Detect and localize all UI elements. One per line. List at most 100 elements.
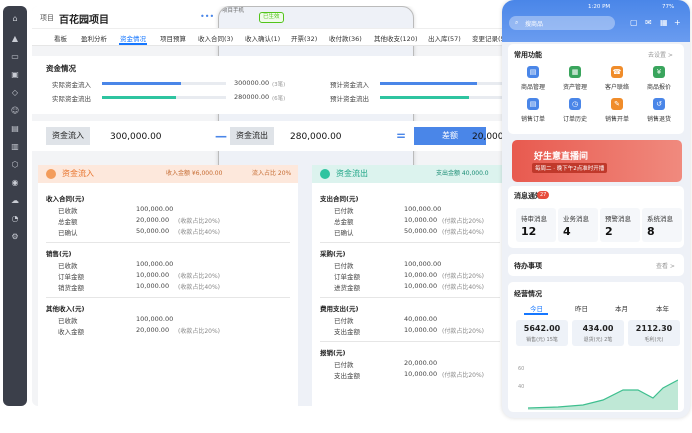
live-banner[interactable]: 好生意直播间 每周二 · 晚下午2点准时开播 (512, 140, 682, 182)
wallet-icon[interactable]: ▣ (10, 70, 20, 80)
function-tile-icon: ✎ (611, 98, 623, 110)
y-tick-40: 40 (518, 384, 525, 390)
function-tile[interactable]: ✎ 销售开单 (598, 98, 636, 123)
alert-icon[interactable]: ▲ (10, 34, 20, 44)
period-tab-year[interactable]: 本年 (656, 303, 669, 313)
message-tile-label: 系统消息 (647, 215, 673, 223)
home-icon[interactable]: ⌂ (10, 14, 20, 24)
folder-icon[interactable]: ▭ (10, 52, 20, 62)
row-note: (付款占比20%) (442, 372, 485, 379)
function-tile[interactable]: ▤ 商品管理 (514, 66, 552, 91)
inflow-total-value: 300,000.00 (110, 132, 162, 142)
row-value: 40,000.00 (404, 315, 438, 323)
document-icon[interactable]: ▤ (10, 124, 20, 134)
scan-icon[interactable]: ▢ (630, 18, 638, 27)
message-tile[interactable]: 系统消息 8 (642, 208, 682, 242)
todo-card[interactable]: 待办事项 查看 > (508, 254, 684, 276)
inflow-coin-icon (46, 165, 59, 183)
tab-bar: 看板 盈利分析 资金情况 项目预算 收入合同(3) 收入确认(1) 开票(32)… (32, 28, 508, 46)
inflow-total-label: 资金流入 (46, 127, 90, 145)
tab-other[interactable]: 其他收支(120) (374, 33, 417, 43)
stat-margin-value: 2112.30 (635, 324, 673, 333)
inflow-detail-panel: 资金流入 收入金额 ¥6,000.00 流入占比 20% 收入合同(元) 已收款 1… (38, 165, 298, 406)
mobile-search-input[interactable]: ⌕ 搜商品 (509, 16, 615, 30)
message-tile-label: 待审消息 (521, 215, 547, 223)
banner-subtitle: 每周二 · 晚下午2点准时开播 (532, 163, 608, 173)
stat-margin: 2112.30 毛利(元) (628, 320, 680, 346)
function-tile-icon: ☎ (611, 66, 623, 78)
row-label: 已付款 (334, 207, 354, 215)
stat-sales-value: 5642.00 (523, 324, 561, 333)
section-divider (320, 242, 500, 243)
function-tile[interactable]: ▦ 资产管理 (556, 66, 594, 91)
inflow-detail-header: 资金流入 收入金额 ¥6,000.00 流入占比 20% (38, 165, 298, 183)
tab-dashboard[interactable]: 看板 (54, 33, 67, 43)
app-window: ⌂ ▲ ▭ ▣ ◇ ☺ ▤ ▥ ⬡ ◉ ☁ ◔ ⚙ 项目 百花园项目 ••• 项… (0, 0, 692, 433)
row-value: 100,000.00 (404, 205, 442, 213)
chart-icon[interactable]: ◔ (10, 214, 20, 224)
cloud-icon[interactable]: ☁ (10, 196, 20, 206)
business-trend-chart (528, 379, 678, 410)
active-tab-indicator (119, 43, 147, 45)
chat-icon[interactable]: ✉ (645, 18, 652, 27)
report-icon[interactable]: ▥ (10, 142, 20, 152)
outflow-value: 280000.00 (234, 93, 270, 101)
row-note: (收款占比20%) (178, 328, 221, 335)
todo-title: 待办事项 (514, 262, 542, 270)
period-tab-month[interactable]: 本月 (615, 303, 628, 313)
row-value: 100,000.00 (136, 205, 174, 213)
grid-icon[interactable]: ▦ (660, 18, 668, 27)
tab-income-confirm[interactable]: 收入确认(1) (245, 33, 280, 43)
section-title: 收入合同(元) (46, 195, 85, 203)
message-tile[interactable]: 业务消息 4 (558, 208, 598, 242)
message-tile[interactable]: 待审消息 12 (516, 208, 556, 242)
tab-budget[interactable]: 项目预算 (160, 33, 186, 43)
row-label: 销货金额 (58, 284, 84, 292)
stat-returns-caption: 退货(元) 2笔 (583, 337, 613, 343)
tab-payments[interactable]: 收付款(36) (329, 33, 362, 43)
message-tile-count: 12 (521, 225, 537, 238)
stat-sales: 5642.00 销售(元) 15笔 (516, 320, 568, 346)
settings-icon[interactable]: ⚙ (10, 232, 20, 242)
tab-invoice[interactable]: 开票(32) (291, 33, 317, 43)
period-tab-today[interactable]: 今日 (530, 303, 543, 313)
tab-stock[interactable]: 出入库(57) (428, 33, 461, 43)
tag-icon[interactable]: ◇ (10, 88, 20, 98)
cube-icon[interactable]: ⬡ (10, 160, 20, 170)
section-divider (320, 297, 500, 298)
todo-view-link[interactable]: 查看 > (656, 261, 675, 270)
row-label: 已确认 (334, 229, 354, 237)
row-note: (收款占比20%) (178, 273, 221, 280)
tab-funds[interactable]: 资金情况 (120, 33, 146, 43)
row-value: 100,000.00 (404, 260, 442, 268)
function-tile[interactable]: ▤ 销售订单 (514, 98, 552, 123)
row-value: 10,000.00 (404, 271, 438, 279)
pin-icon[interactable]: ◉ (10, 178, 20, 188)
equals-sign: = (396, 129, 407, 143)
function-tile-icon: ◷ (569, 98, 581, 110)
row-label: 总金额 (58, 218, 78, 226)
function-tile[interactable]: ↺ 销售退货 (640, 98, 678, 123)
common-functions-title: 常用功能 (514, 51, 542, 59)
inflow-label: 实际资金流入 (52, 81, 91, 89)
plan-inflow-bar-fill (380, 82, 477, 85)
function-tile-label: 销售开单 (604, 116, 629, 123)
user-icon[interactable]: ☺ (10, 106, 20, 116)
function-tile[interactable]: ☎ 客户联络 (598, 66, 636, 91)
row-note: (收款占比40%) (178, 284, 221, 291)
mobile-time: 1:20 PM (588, 4, 611, 10)
period-tab-yesterday[interactable]: 昨日 (575, 303, 588, 313)
common-settings-link[interactable]: 去设置 > (648, 50, 673, 59)
inflow-detail-title: 资金流入 (62, 169, 94, 178)
project-header: 项目 百花园项目 ••• 项目手机 已生效 (32, 6, 508, 406)
more-icon[interactable]: ••• (200, 12, 214, 21)
row-label: 已付款 (334, 361, 354, 369)
message-tile-count: 8 (647, 225, 655, 238)
tab-income-contract[interactable]: 收入合同(3) (198, 33, 233, 43)
add-icon[interactable]: + (674, 18, 681, 27)
business-title: 经营情况 (514, 290, 542, 298)
message-tile[interactable]: 预警消息 2 (600, 208, 640, 242)
function-tile[interactable]: ◷ 订单历史 (556, 98, 594, 123)
tab-profit[interactable]: 盈利分析 (81, 33, 107, 43)
function-tile[interactable]: ¥ 商品报价 (640, 66, 678, 91)
